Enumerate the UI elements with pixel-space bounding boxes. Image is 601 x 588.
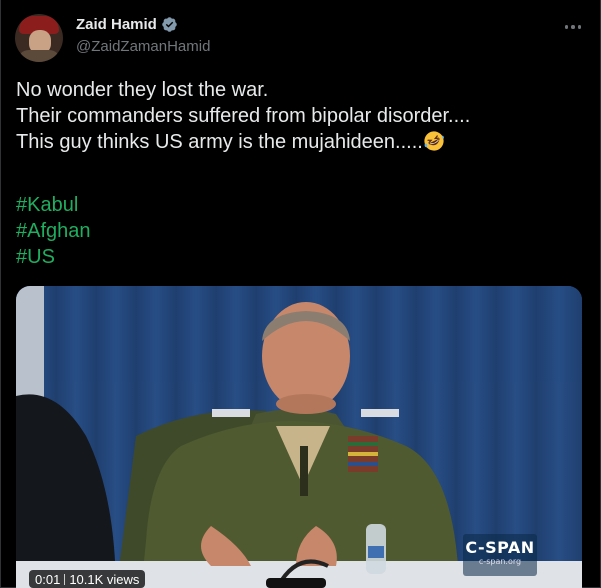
cspan-logo-text: C-SPAN — [465, 538, 535, 557]
author-name-row: Zaid Hamid — [76, 16, 178, 33]
hashtag-link[interactable]: #US — [16, 244, 91, 270]
divider — [64, 573, 66, 585]
more-options-icon[interactable] — [559, 16, 587, 38]
tweet-text: No wonder they lost the war. Their comma… — [16, 77, 591, 155]
hashtag-link[interactable]: #Afghan — [16, 218, 91, 244]
tweet-line: No wonder they lost the war. — [16, 79, 269, 101]
rofl-emoji-icon — [424, 131, 444, 151]
tweet-line: This guy thinks US army is the mujahidee… — [16, 129, 591, 155]
avatar[interactable] — [15, 14, 63, 62]
cspan-watermark: C-SPAN c-span.org — [463, 534, 537, 576]
verified-badge-icon — [162, 17, 177, 32]
hashtag-list: #Kabul #Afghan #US — [16, 192, 91, 270]
tweet-card: Zaid Hamid @ZaidZamanHamid No wonder the… — [0, 0, 601, 588]
video-views: 10.1K views — [69, 571, 140, 587]
avatar-shirt — [17, 50, 61, 62]
hashtag-link[interactable]: #Kabul — [16, 192, 91, 218]
author-name[interactable]: Zaid Hamid — [76, 16, 157, 33]
tweet-line: Their commanders suffered from bipolar d… — [16, 105, 471, 127]
author-handle[interactable]: @ZaidZamanHamid — [76, 38, 210, 55]
video-time: 0:01 — [35, 571, 61, 587]
video-stats-badge: 0:01 10.1K views — [29, 570, 146, 588]
cspan-url: c-span.org — [478, 557, 522, 566]
